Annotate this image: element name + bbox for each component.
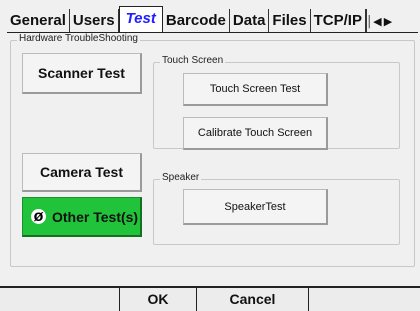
speaker-test-button[interactable]: SpeakerTest	[183, 189, 328, 225]
test-panel: Hardware TroubleShooting Scanner Test Ca…	[7, 32, 418, 283]
scanner-test-button[interactable]: Scanner Test	[22, 53, 142, 94]
ok-button[interactable]: OK	[120, 288, 196, 311]
speaker-legend: Speaker	[160, 172, 202, 183]
tab-general[interactable]: General	[7, 9, 70, 33]
touch-screen-legend: Touch Screen	[160, 55, 226, 66]
tab-test[interactable]: Test	[118, 6, 163, 34]
tab-users[interactable]: Users	[70, 9, 119, 33]
other-tests-label: Other Test(s)	[52, 208, 139, 225]
footer-divider	[308, 288, 309, 311]
tab-data[interactable]: Data	[230, 9, 270, 33]
tab-files[interactable]: Files	[269, 9, 311, 33]
tab-tcpip[interactable]: TCP/IP	[311, 9, 366, 33]
next-tab-icon[interactable]: ▶	[381, 9, 395, 33]
camera-test-button[interactable]: Camera Test	[22, 153, 142, 192]
touch-screen-test-button[interactable]: Touch Screen Test	[183, 73, 328, 106]
tab-bar: General Users Test Barcode Data Files TC…	[7, 0, 420, 34]
other-tests-button[interactable]: ø Other Test(s)	[22, 197, 142, 237]
tab-barcode[interactable]: Barcode	[163, 9, 230, 33]
hardware-troubleshooting-legend: Hardware TroubleShooting	[17, 33, 140, 44]
no-entry-icon: ø	[31, 208, 46, 224]
cancel-button[interactable]: Cancel	[197, 288, 308, 311]
calibrate-touch-screen-button[interactable]: Calibrate Touch Screen	[183, 117, 328, 150]
first-tab-icon[interactable]: │◀	[365, 9, 382, 33]
footer-bar: OK Cancel	[0, 286, 420, 311]
